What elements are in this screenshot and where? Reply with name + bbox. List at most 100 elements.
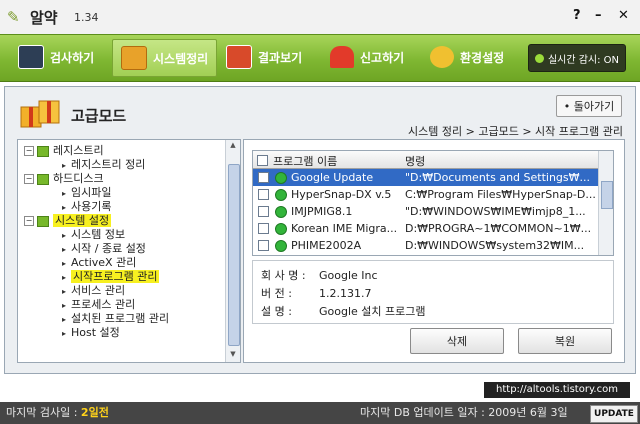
scan-tab-label: 검사하기 bbox=[50, 50, 95, 65]
results-tab[interactable]: 결과보기 bbox=[218, 39, 310, 75]
version-label: 버 전 : bbox=[261, 287, 292, 300]
category-tree: − 레지스트리 ▸ 레지스트리 정리 − 하드디스크 ▸ 임시파일 ▸ 사용기록 − 시스템 설정 ▸ 시… bbox=[17, 139, 241, 363]
program-row[interactable]: Google Update "D:₩Documents and Settings₩… bbox=[253, 169, 598, 186]
program-row[interactable]: HyperSnap-DX v.5 C:₩Program Files₩HyperSn… bbox=[253, 186, 598, 203]
company-label: 회 사 명 : bbox=[261, 269, 306, 282]
bullet-icon: ▸ bbox=[62, 287, 67, 296]
help-button[interactable]: ? bbox=[573, 8, 581, 23]
row-checkbox[interactable] bbox=[258, 189, 269, 200]
settings-tab[interactable]: 환경설정 bbox=[422, 39, 512, 75]
main-panel: 고급모드 • 돌아가기 시스템 정리 > 고급모드 > 시작 프로그램 관리 −… bbox=[4, 86, 636, 374]
gears-icon bbox=[430, 46, 454, 68]
program-details: 회 사 명 : Google Inc 버 전 : 1.2.131.7 설 명 : Go… bbox=[252, 260, 614, 324]
close-button[interactable]: ✕ bbox=[618, 8, 629, 23]
breadcrumb: 시스템 정리 > 고급모드 > 시작 프로그램 관리 bbox=[408, 125, 623, 138]
description-value: Google 설치 프로그램 bbox=[319, 305, 426, 318]
status-led-icon bbox=[275, 189, 287, 201]
minimize-button[interactable]: – bbox=[595, 8, 602, 23]
bullet-icon: ▸ bbox=[62, 161, 67, 170]
row-checkbox[interactable] bbox=[258, 172, 269, 183]
program-name: HyperSnap-DX v.5 bbox=[291, 188, 392, 201]
version-value: 1.2.131.7 bbox=[319, 287, 372, 300]
status-dot-icon bbox=[534, 53, 544, 63]
program-row[interactable]: IMJPMIG8.1 "D:₩WINDOWS₩IME₩imjp8_1... bbox=[253, 203, 598, 220]
page-title: 고급모드 bbox=[71, 107, 127, 125]
list-header: 프로그램 이름 명령 bbox=[253, 151, 613, 169]
siren-icon bbox=[330, 46, 354, 68]
results-tab-label: 결과보기 bbox=[258, 50, 303, 65]
back-button[interactable]: • 돌아가기 bbox=[556, 95, 622, 117]
status-led-icon bbox=[275, 206, 287, 218]
status-bar: 마지막 검사일 : 2일전 마지막 DB 업데이트 일자 : 2009년 6월 … bbox=[0, 402, 640, 424]
category-icon bbox=[37, 173, 49, 185]
realtime-label: 실시간 감시: ON bbox=[547, 54, 620, 66]
program-name: IMJPMIG8.1 bbox=[291, 205, 353, 218]
tree-scroll-thumb[interactable] bbox=[228, 164, 240, 346]
program-command: "D:₩WINDOWS₩IME₩imjp8_1... bbox=[405, 205, 586, 218]
scroll-down-icon[interactable]: ▼ bbox=[228, 350, 238, 360]
bullet-icon: ▸ bbox=[62, 231, 67, 240]
program-row[interactable]: Korean IME Migra... D:₩PROGRA~1₩COMMON~1₩… bbox=[253, 220, 598, 237]
bullet-icon: ▸ bbox=[62, 329, 67, 338]
monitor-search-icon bbox=[18, 45, 44, 69]
program-command: D:₩PROGRA~1₩COMMON~1₩... bbox=[405, 222, 592, 235]
row-checkbox[interactable] bbox=[258, 240, 269, 251]
row-checkbox[interactable] bbox=[258, 206, 269, 217]
bullet-icon: ▸ bbox=[62, 301, 67, 310]
category-icon bbox=[37, 145, 49, 157]
report-tab[interactable]: 신고하기 bbox=[322, 39, 412, 75]
system-cleanup-tab-label: 시스템정리 bbox=[153, 51, 209, 66]
column-program-name[interactable]: 프로그램 이름 bbox=[273, 153, 337, 169]
bullet-icon: ▸ bbox=[62, 203, 67, 212]
pill-icon: ✎ bbox=[7, 8, 20, 26]
version-row: 버 전 : 1.2.131.7 bbox=[261, 285, 371, 301]
status-led-icon bbox=[275, 240, 287, 252]
last-scan-label: 마지막 검사일 : bbox=[6, 406, 78, 419]
website-link[interactable]: http://altools.tistory.com bbox=[484, 382, 630, 398]
title-bar: ✎ 알약 1.34 ? – ✕ bbox=[0, 0, 640, 34]
delete-button[interactable]: 삭제 bbox=[410, 328, 504, 354]
program-name: Google Update bbox=[291, 171, 374, 184]
list-scroll-thumb[interactable] bbox=[601, 181, 613, 209]
bullet-icon: ▸ bbox=[62, 273, 67, 282]
description-row: 설 명 : Google 설치 프로그램 bbox=[261, 303, 426, 319]
scan-tab[interactable]: 검사하기 bbox=[10, 39, 102, 75]
gift-box-icon bbox=[121, 46, 147, 70]
db-update-date: 마지막 DB 업데이트 일자 : 2009년 6월 3일 bbox=[360, 406, 568, 419]
settings-tab-label: 환경설정 bbox=[460, 50, 505, 65]
system-cleanup-tab[interactable]: 시스템정리 bbox=[112, 39, 218, 77]
bullet-icon: ▸ bbox=[62, 189, 67, 198]
program-name: Korean IME Migra... bbox=[291, 222, 398, 235]
gift-boxes-icon bbox=[20, 100, 60, 128]
startup-program-list: 프로그램 이름 명령 Google Update "D:₩Documents an… bbox=[252, 150, 614, 256]
restore-button[interactable]: 복원 bbox=[518, 328, 612, 354]
tree-item-label: Host 설정 bbox=[71, 326, 120, 339]
realtime-monitor-toggle[interactable]: 실시간 감시: ON bbox=[528, 44, 626, 72]
app-name: 알약 bbox=[30, 9, 58, 27]
last-scan: 마지막 검사일 : 2일전 bbox=[6, 402, 109, 424]
program-row[interactable]: PHIME2002A D:₩WINDOWS₩system32₩IM... bbox=[253, 237, 598, 254]
column-command[interactable]: 명령 bbox=[405, 153, 425, 169]
list-scrollbar[interactable] bbox=[598, 151, 613, 255]
bullet-icon: ▸ bbox=[62, 245, 67, 254]
program-command: "D:₩Documents and Settings₩... bbox=[405, 171, 591, 184]
category-icon bbox=[37, 215, 49, 227]
description-label: 설 명 : bbox=[261, 305, 292, 318]
collapse-icon[interactable]: − bbox=[24, 216, 34, 226]
company-value: Google Inc bbox=[319, 269, 378, 282]
update-button[interactable]: UPDATE bbox=[590, 405, 638, 423]
status-led-icon bbox=[275, 172, 287, 184]
main-toolbar: 검사하기 시스템정리 결과보기 신고하기 환경설정 실시간 감시: ON bbox=[0, 34, 640, 82]
row-checkbox[interactable] bbox=[258, 223, 269, 234]
status-led-icon bbox=[275, 223, 287, 235]
collapse-icon[interactable]: − bbox=[24, 146, 34, 156]
tree-item[interactable]: ▸ Host 설정 bbox=[62, 324, 120, 341]
startup-panel: 프로그램 이름 명령 Google Update "D:₩Documents an… bbox=[243, 139, 625, 363]
program-name: PHIME2002A bbox=[291, 239, 362, 252]
bullet-icon: ▸ bbox=[62, 259, 67, 268]
company-row: 회 사 명 : Google Inc bbox=[261, 267, 378, 283]
tree-scrollbar[interactable]: ▲ ▼ bbox=[225, 140, 240, 362]
app-version: 1.34 bbox=[74, 11, 99, 24]
collapse-icon[interactable]: − bbox=[24, 174, 34, 184]
scroll-up-icon[interactable]: ▲ bbox=[228, 141, 238, 151]
